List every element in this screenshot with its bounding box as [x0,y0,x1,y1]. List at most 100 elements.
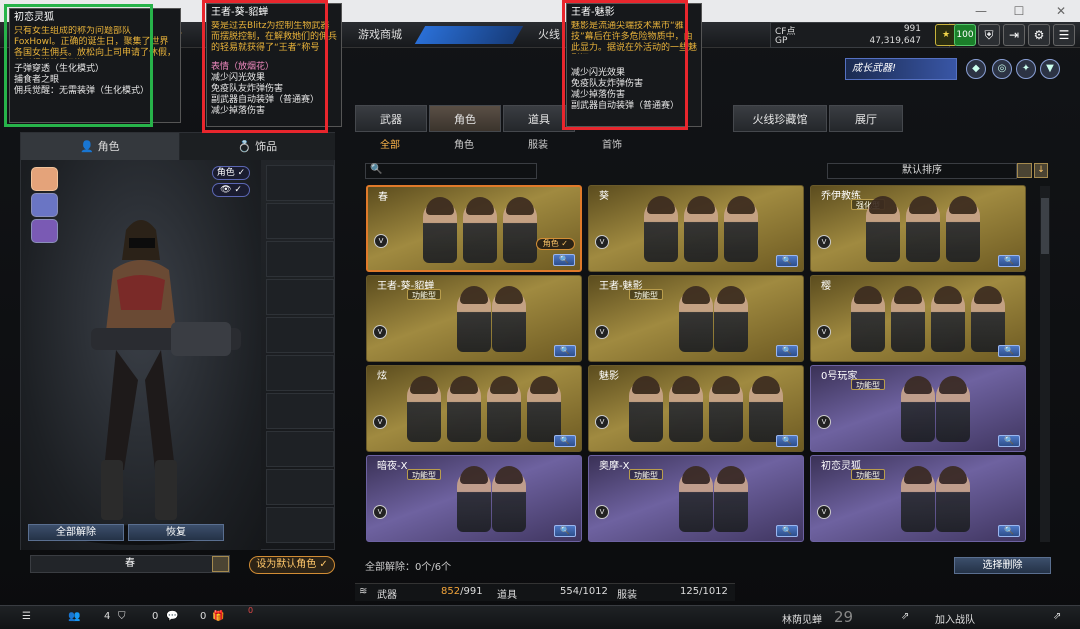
slot-6[interactable] [266,355,334,391]
growth-weapon-banner[interactable]: 成长武器! [845,58,957,80]
character-card[interactable]: 王者-魅影 功能型 V 🔍 [588,275,804,362]
exit-icon[interactable]: ⇥ [1003,24,1025,46]
slot-8[interactable] [266,431,334,467]
game-window: — ☐ ✕ 人仓 游戏商城 火线 CF点 991 GP 47,319,647 ★… [0,0,1080,629]
minimize-button[interactable]: — [964,0,998,22]
character-card[interactable]: 初恋灵狐 功能型 V 🔍 [810,455,1026,542]
subtab-outfit[interactable]: 服装 [513,136,563,156]
name-menu-icon[interactable] [212,556,229,572]
magnify-icon[interactable]: 🔍 [554,345,576,357]
role-chip[interactable]: 角色 ✓ [212,166,250,180]
select-delete-button[interactable]: 选择删除 [954,557,1051,574]
subtab-jewelry[interactable]: 首饰 [587,136,637,156]
slot-weapon[interactable] [266,165,334,201]
character-preview[interactable] [21,160,261,550]
emblem-icon-1[interactable]: ◆ [966,59,986,79]
magnify-icon[interactable]: 🔍 [998,345,1020,357]
character-card[interactable]: 魅影 V 🔍 [588,365,804,452]
character-card[interactable]: 暗夜-X 功能型 V 🔍 [366,455,582,542]
card-character-figure [492,286,526,352]
nav-tab-mall[interactable]: 游戏商城 [348,22,412,48]
emblem-icon-4[interactable]: ▼ [1040,59,1060,79]
inv-weapon-total: /991 [460,586,483,597]
slot-2[interactable] [266,203,334,239]
card-type-tag: 功能型 [407,289,441,300]
magnify-icon[interactable]: 🔍 [998,255,1020,267]
slot-4[interactable] [266,279,334,315]
slot-3[interactable] [266,241,334,277]
card-name: 春 [378,192,388,203]
slot-10[interactable] [266,507,334,543]
skill-icon-fox[interactable] [31,167,58,191]
character-card[interactable]: 王者-葵-貂蝉 功能型 V 🔍 [366,275,582,362]
nav-accent-stripe [414,26,524,44]
subtab-role[interactable]: 角色 [439,136,489,156]
shield-status-icon[interactable]: ⛉ [118,611,126,622]
magnify-icon[interactable]: 🔍 [776,435,798,447]
emblem-icon-2[interactable]: ◎ [992,59,1012,79]
magnify-icon[interactable]: 🔍 [776,345,798,357]
slot-5[interactable] [266,317,334,353]
close-button[interactable]: ✕ [1044,0,1078,22]
tab-role[interactable]: 👤 角色 [21,133,179,160]
slot-9[interactable] [266,469,334,505]
magnify-icon[interactable]: 🔍 [554,435,576,447]
magnify-icon[interactable]: 🔍 [776,525,798,537]
tab-character[interactable]: 角色 [429,105,501,132]
layers-icon: ≋ [359,586,368,597]
gift-notice-dot: 0 [248,606,254,615]
gift-icon[interactable]: 🎁 [212,611,224,622]
join-battle-label[interactable]: 加入战队 [935,611,975,626]
slot-7[interactable] [266,393,334,429]
magnify-icon[interactable]: 🔍 [776,255,798,267]
character-card[interactable]: 0号玩家 功能型 V 🔍 [810,365,1026,452]
card-name: 葵 [599,191,609,202]
sort-dropdown[interactable]: 默认排序 [827,163,1017,179]
emblem-icon-3[interactable]: ✦ [1016,59,1036,79]
skill-icon-eye[interactable] [31,193,58,217]
shield-icon[interactable]: ⛨ [978,24,1000,46]
character-card[interactable]: 炫 V 🔍 [366,365,582,452]
search-icon: 🔍 [370,164,383,175]
highlight-box-green [4,4,153,127]
friends-icon[interactable]: 👥 [68,611,80,622]
magnify-icon[interactable]: 🔍 [554,525,576,537]
expand-icon-2[interactable]: ⇗ [1053,611,1061,622]
list-icon[interactable]: ☰ [22,611,31,622]
tab-accessory[interactable]: 💍 饰品 [180,133,335,160]
character-card[interactable]: 葵 V 🔍 [588,185,804,272]
player-name: 林荫见蝉 [782,615,822,626]
character-card[interactable]: 樱 V 🔍 [810,275,1026,362]
search-input[interactable]: 🔍 [365,163,537,179]
character-name: 春 [30,555,230,573]
unlock-all-button[interactable]: 全部解除 [28,524,124,541]
card-character-figure [709,376,743,442]
skill-icon-wing[interactable] [31,219,58,243]
level-badge: 100 [954,24,976,46]
character-card[interactable]: 春 V 角色 ✓ 🔍 [366,185,582,272]
inv-item-label: 道具 [497,590,517,601]
character-card[interactable]: 乔伊教练 强化型 V 🔍 [810,185,1026,272]
gear-icon[interactable]: ⚙ [1028,24,1050,46]
chat-icon[interactable]: 💬 [166,611,178,622]
sort-menu-icon[interactable] [1017,163,1032,178]
sort-direction-icon[interactable]: ↓ [1034,163,1048,178]
magnify-icon[interactable]: 🔍 [553,254,575,266]
tab-weapon[interactable]: 武器 [355,105,427,132]
status-bar: ☰ 👥 4 ⛉ 0 💬 0 🎁 0 林荫见蝉 29 ⇗ 加入战队 ⇗ [0,605,1080,629]
magnify-icon[interactable]: 🔍 [998,435,1020,447]
expand-icon[interactable]: ⇗ [901,611,909,622]
subtab-all[interactable]: 全部 [365,136,415,156]
tab-collection[interactable]: 火线珍藏馆 [733,105,827,132]
tab-showroom[interactable]: 展厅 [829,105,903,132]
person-plus-icon: 👤 [80,140,98,153]
eye-toggle-icon[interactable]: 👁 ✓ [212,183,250,197]
magnify-icon[interactable]: 🔍 [998,525,1020,537]
vip-icon: V [373,505,387,519]
set-default-role-button[interactable]: 设为默认角色 ✓ [249,556,335,574]
restore-outfit-button[interactable]: 恢复 [128,524,224,541]
restore-button[interactable]: ☐ [1002,0,1036,22]
menu-icon[interactable]: ☰ [1053,24,1075,46]
scrollbar-thumb[interactable] [1041,198,1049,254]
character-card[interactable]: 奥摩-X 功能型 V 🔍 [588,455,804,542]
